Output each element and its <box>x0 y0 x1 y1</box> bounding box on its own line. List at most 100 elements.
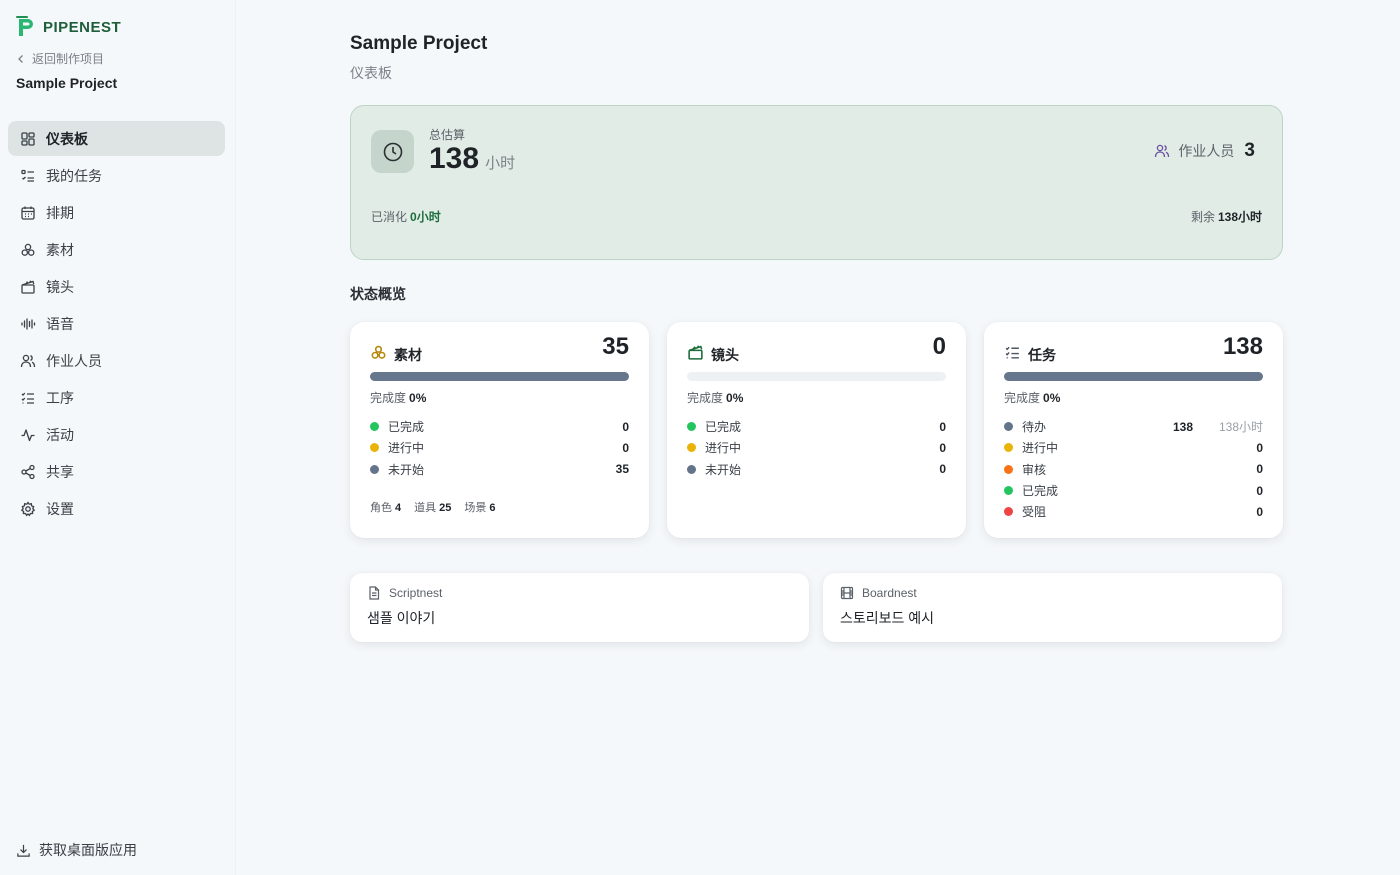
sidebar-item-shots[interactable]: 镜头 <box>8 269 225 304</box>
status-label: 受阻 <box>1022 505 1047 520</box>
status-row-blocked: 受阻 0 <box>1004 501 1263 522</box>
estimate-number: 138 <box>429 142 480 175</box>
estimate-card: 总估算 138 小时 作业人员 3 已消化 0小时 剩余 138小时 <box>350 105 1283 260</box>
status-label: 已完成 <box>388 420 425 435</box>
breakdown-item: 道具 25 <box>414 499 451 515</box>
completion-label: 完成度 <box>370 391 407 405</box>
sidebar-item-label: 镜头 <box>46 278 74 295</box>
status-dot <box>370 443 379 453</box>
document-icon <box>369 586 380 600</box>
sidebar-item-activity[interactable]: 活动 <box>8 417 225 452</box>
status-label: 进行中 <box>1022 441 1059 456</box>
progress-bar <box>687 372 946 381</box>
estimate-value: 138 小时 <box>429 142 515 176</box>
status-dot <box>370 422 379 432</box>
sidebar: PIPENEST 返回制作项目 Sample Project 仪表板 我的任务 … <box>0 0 236 875</box>
status-label: 待办 <box>1022 420 1047 435</box>
link-project-name: 스토리보드 예시 <box>840 610 935 626</box>
sidebar-item-workers[interactable]: 作业人员 <box>8 343 225 378</box>
sidebar-item-voice[interactable]: 语音 <box>8 306 225 341</box>
breakdown-item: 场景 6 <box>464 499 495 515</box>
sidebar-item-label: 设置 <box>46 500 74 517</box>
sidebar-item-schedule[interactable]: 排期 <box>8 195 225 230</box>
status-count: 0 <box>939 440 946 455</box>
status-count: 0 <box>1256 462 1263 477</box>
users-icon <box>1155 144 1170 158</box>
completion-value: 0% <box>1043 391 1061 405</box>
sidebar-item-label: 素材 <box>46 241 74 258</box>
estimate-label: 总估算 <box>429 128 466 142</box>
sidebar-item-dashboard[interactable]: 仪表板 <box>8 121 225 156</box>
app-name: PIPENEST <box>43 18 122 36</box>
completion: 完成度 0% <box>370 389 426 406</box>
consumed-hours: 已消化 0小时 <box>371 208 441 225</box>
link-header: Scriptnest <box>367 586 442 600</box>
sidebar-item-my-tasks[interactable]: 我的任务 <box>8 158 225 193</box>
status-count: 0 <box>939 462 946 477</box>
status-label: 已完成 <box>705 420 742 435</box>
status-row-done: 已完成 0 <box>370 416 629 437</box>
gear-icon <box>20 500 36 517</box>
list-check-icon <box>20 390 36 406</box>
breakdown-label: 角色 <box>370 502 392 514</box>
status-list: 已完成 0 进行中 0 未开始 35 <box>370 416 629 480</box>
workers-count: 3 <box>1244 140 1255 161</box>
tasks-status-card[interactable]: 任务 138 完成度 0% 待办 138 138小时 进行中 0 审核 0 已完成 0 受阻… <box>984 322 1283 538</box>
status-list: 待办 138 138小时 进行中 0 审核 0 已完成 0 受阻 0 <box>1004 416 1263 522</box>
status-row-not-started: 未开始 0 <box>687 459 946 480</box>
breakdown-value: 4 <box>395 502 402 514</box>
sidebar-project-name: Sample Project <box>16 75 118 91</box>
remaining-value: 138小时 <box>1217 210 1262 224</box>
sidebar-item-label: 仪表板 <box>46 130 88 147</box>
card-total: 35 <box>602 333 629 360</box>
status-row-in-progress: 进行中 0 <box>1004 437 1263 458</box>
status-count: 0 <box>622 419 629 434</box>
chevron-left-icon <box>18 54 23 63</box>
link-app-name: Boardnest <box>862 586 917 600</box>
completion-value: 0% <box>409 391 427 405</box>
status-row-in-progress: 进行中 0 <box>370 437 629 458</box>
status-dot <box>1004 443 1013 453</box>
progress-bar <box>1004 372 1263 381</box>
sidebar-item-settings[interactable]: 设置 <box>8 491 225 526</box>
workers-label: 作业人员 <box>1178 143 1235 159</box>
sidebar-item-label: 工序 <box>46 389 74 406</box>
assets-icon <box>371 345 386 359</box>
breakdown-label: 道具 <box>414 502 437 514</box>
status-row-todo: 待办 138 138小时 <box>1004 416 1263 437</box>
status-row-not-started: 未开始 35 <box>370 459 629 480</box>
status-hours: 138小时 <box>1218 420 1263 435</box>
status-count: 35 <box>615 462 629 477</box>
progress-bar <box>370 372 629 381</box>
shots-status-card[interactable]: 镜头 0 完成度 0% 已完成 0 进行中 0 未开始 0 <box>667 322 966 538</box>
back-to-projects-link[interactable]: 返回制作项目 <box>16 50 104 67</box>
download-desktop-app-link[interactable]: 获取桌面版应用 <box>16 840 137 860</box>
page-title: Sample Project <box>350 33 488 54</box>
card-header: 镜头 <box>687 339 739 365</box>
activity-icon <box>20 427 36 443</box>
consumed-value: 0小时 <box>410 210 441 224</box>
asset-type-breakdown: 角色 4 道具 25 场景 6 <box>370 499 496 515</box>
card-title: 任务 <box>1028 347 1056 363</box>
status-count: 0 <box>1256 440 1263 455</box>
status-count: 0 <box>1256 504 1263 519</box>
status-dot <box>1004 486 1013 496</box>
status-count: 0 <box>622 440 629 455</box>
breakdown-item: 角色 4 <box>370 499 401 515</box>
status-count: 0 <box>939 419 946 434</box>
card-total: 0 <box>932 333 946 360</box>
status-label: 已完成 <box>1022 484 1059 499</box>
estimate-unit: 小时 <box>485 155 516 172</box>
completion: 完成度 0% <box>687 389 743 406</box>
boardnest-link-card[interactable]: Boardnest 스토리보드 예시 <box>823 573 1282 642</box>
assets-status-card[interactable]: 素材 35 完成度 0% 已完成 0 进行中 0 未开始 35 角色 4 道具 25 场景 6 <box>350 322 649 538</box>
completion-value: 0% <box>726 391 744 405</box>
clapper-icon <box>20 279 36 295</box>
status-count: 0 <box>1256 483 1263 498</box>
sidebar-item-process[interactable]: 工序 <box>8 380 225 415</box>
scriptnest-link-card[interactable]: Scriptnest 샘플 이야기 <box>350 573 809 642</box>
sidebar-item-assets[interactable]: 素材 <box>8 232 225 267</box>
sidebar-item-share[interactable]: 共享 <box>8 454 225 489</box>
sidebar-item-label: 排期 <box>46 204 74 221</box>
app-logo[interactable]: PIPENEST <box>16 16 121 38</box>
